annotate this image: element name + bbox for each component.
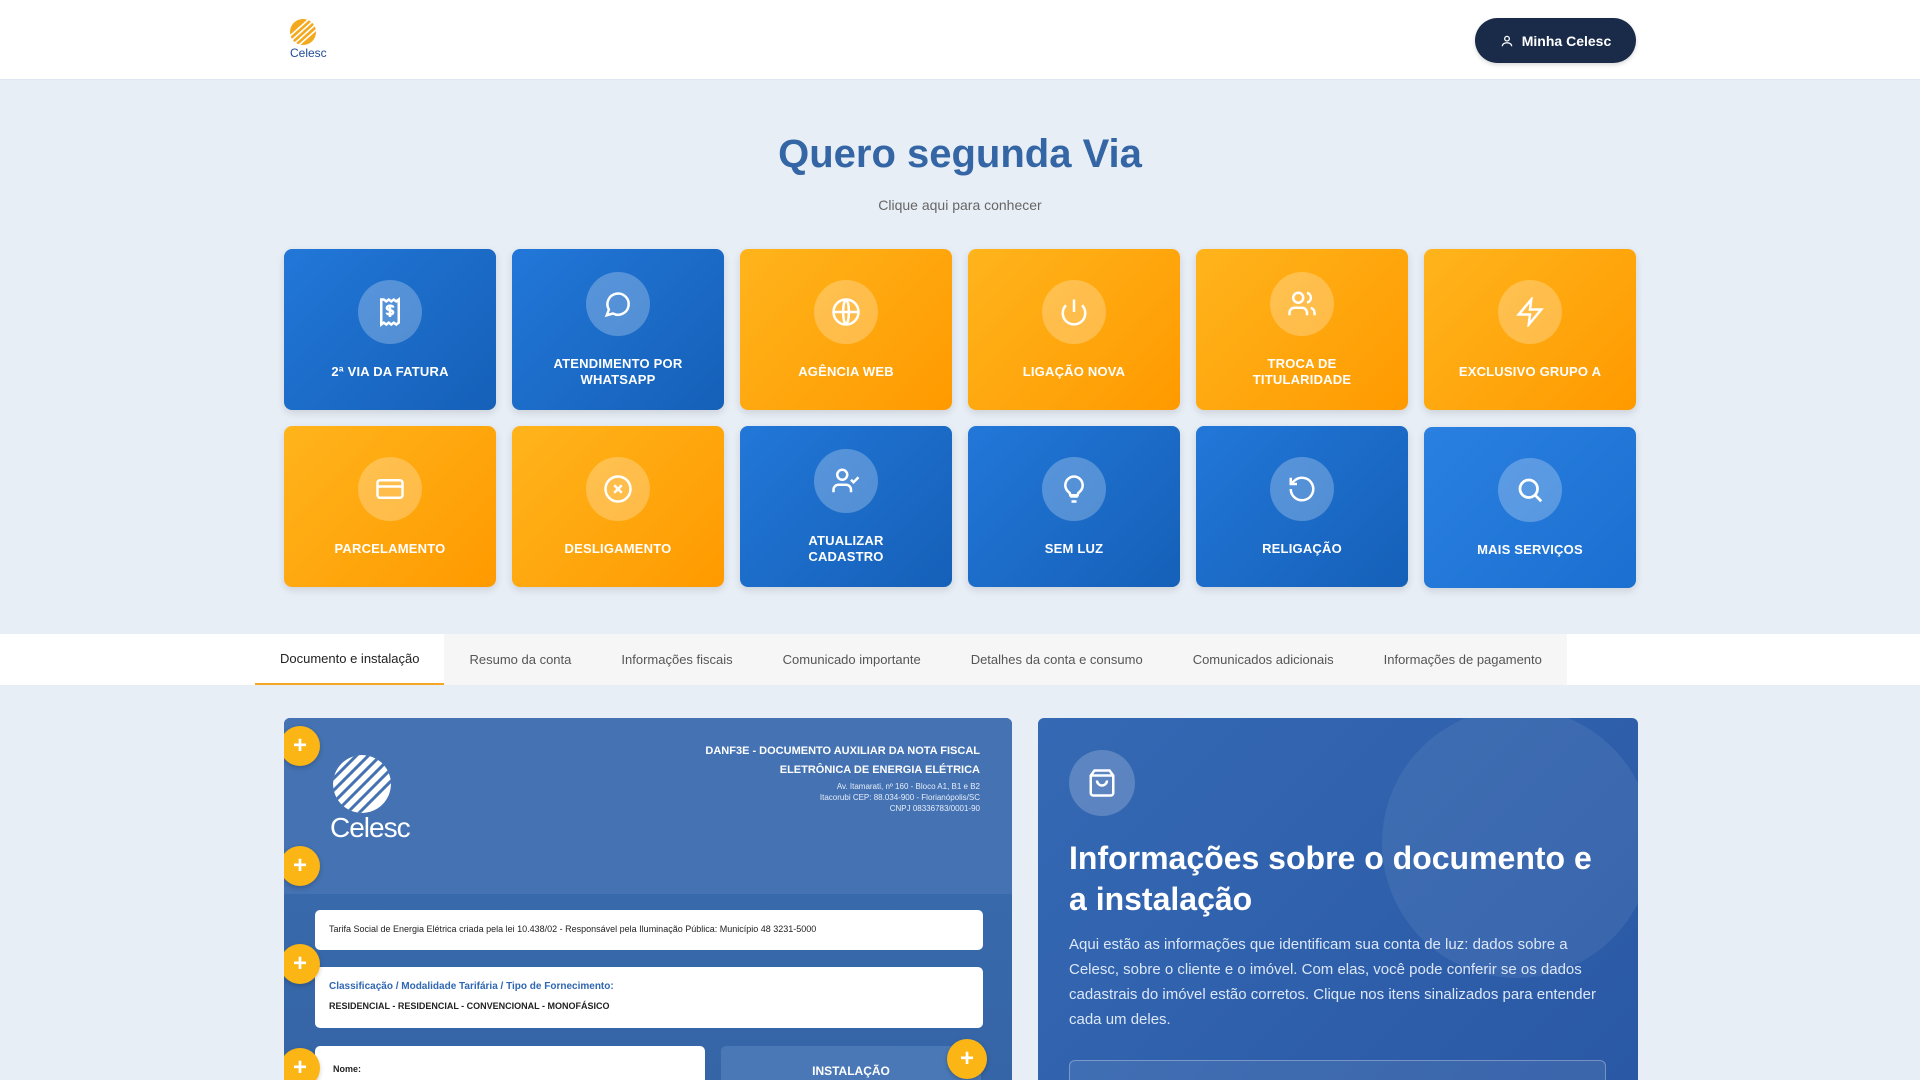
name-card: Nome:: [315, 1046, 705, 1080]
chat-bubble-icon: [586, 271, 650, 336]
logo-text: Celesc: [290, 46, 327, 60]
tile-label: PARCELAMENTO: [334, 540, 446, 556]
classification-value: RESIDENCIAL - RESIDENCIAL - CONVENCIONAL…: [329, 1001, 610, 1011]
tile-label: EXCLUSIVO GRUPO A: [1458, 363, 1602, 379]
lightbulb-icon: [1042, 456, 1106, 521]
credit-card-icon: [358, 456, 422, 521]
address-line: Av. Itamarati, nº 160 - Bloco A1, B1 e B…: [836, 782, 980, 791]
tile-label: DESLIGAMENTO: [564, 540, 672, 556]
tile-label: MAIS SERVIÇOS: [1477, 541, 1583, 557]
circle-x-icon: [586, 456, 650, 521]
celesc-logo[interactable]: Celesc: [286, 18, 332, 64]
tile-label: ATENDIMENTO POR WHATSAPP: [553, 355, 683, 387]
account-button-label: Minha Celesc: [1521, 32, 1612, 49]
minha-celesc-button[interactable]: Minha Celesc: [1475, 18, 1636, 63]
lightning-icon: [1498, 279, 1562, 344]
tab-resumo-conta[interactable]: Resumo da conta: [444, 634, 596, 685]
tile-label: ATUALIZAR CADASTRO: [808, 532, 884, 564]
installation-card: INSTALAÇÃO: [721, 1046, 981, 1080]
classification-label: Classificação / Modalidade Tarifária / T…: [329, 981, 614, 992]
shopping-bag-icon: [1069, 750, 1135, 816]
tile-label: TROCA DE TITULARIDADE: [1252, 355, 1352, 387]
tile-agencia-web[interactable]: AGÊNCIA WEB: [740, 249, 952, 410]
tab-detalhes-conta-consumo[interactable]: Detalhes da conta e consumo: [946, 634, 1168, 685]
user-icon: [1501, 35, 1513, 46]
name-label: Nome:: [333, 1064, 362, 1074]
info-title: Informações sobre o documento e a instal…: [1069, 840, 1592, 917]
celesc-sun-white-icon: [333, 755, 391, 813]
classification-card: Classificação / Modalidade Tarifária / T…: [315, 967, 983, 1028]
cnpj-line: CNPJ 08336783/0001-90: [889, 804, 980, 813]
tile-sem-luz[interactable]: SEM LUZ: [968, 426, 1180, 587]
tile-troca-titularidade[interactable]: TROCA DE TITULARIDADE: [1196, 249, 1408, 410]
invoice-document-preview: Celesc DANF3E - DOCUMENTO AUXILIAR DA NO…: [284, 718, 1012, 1080]
celesc-document-logo: Celesc: [330, 754, 411, 854]
user-check-icon: [814, 448, 878, 513]
tabs: Documento e instalação Resumo da conta I…: [255, 634, 1567, 685]
tab-comunicado-importante[interactable]: Comunicado importante: [758, 634, 946, 685]
tariff-note-card: Tarifa Social de Energia Elétrica criada…: [315, 910, 983, 950]
tab-informacoes-pagamento[interactable]: Informações de pagamento: [1359, 634, 1567, 685]
tile-label: SEM LUZ: [1044, 540, 1104, 556]
address-line: Itacorubi CEP: 88.034-900 - Florianópoli…: [819, 793, 980, 802]
tab-documento-instalacao[interactable]: Documento e instalação: [255, 634, 445, 685]
users-icon: [1270, 271, 1334, 336]
tile-label: AGÊNCIA WEB: [798, 363, 894, 379]
refresh-icon: [1270, 456, 1334, 521]
tile-desligamento[interactable]: DESLIGAMENTO: [512, 426, 724, 587]
document-address: Av. Itamarati, nº 160 - Bloco A1, B1 e B…: [680, 781, 980, 814]
document-logo-text: Celesc: [330, 812, 411, 843]
celesc-sun-icon: [289, 19, 317, 46]
globe-icon: [814, 279, 878, 344]
tile-mais-servicos[interactable]: MAIS SERVIÇOS: [1424, 427, 1636, 588]
tab-informacoes-fiscais[interactable]: Informações fiscais: [596, 634, 757, 685]
tile-ligacao-nova[interactable]: LIGAÇÃO NOVA: [968, 249, 1180, 410]
receipt-dollar-icon: [358, 279, 422, 344]
tile-religacao[interactable]: RELIGAÇÃO: [1196, 426, 1408, 587]
installation-label: INSTALAÇÃO: [812, 1064, 890, 1078]
document-heading: DANF3E - DOCUMENTO AUXILIAR DA NOTA FISC…: [705, 745, 980, 776]
tab-comunicados-adicionais[interactable]: Comunicados adicionais: [1168, 634, 1359, 685]
info-box: [1069, 1060, 1606, 1080]
tile-label: LIGAÇÃO NOVA: [1022, 363, 1126, 379]
tab-bar: Documento e instalação Resumo da conta I…: [0, 634, 1920, 685]
tile-atualizar-cadastro[interactable]: ATUALIZAR CADASTRO: [740, 426, 952, 587]
search-icon: [1498, 457, 1562, 522]
tile-label: RELIGAÇÃO: [1262, 540, 1342, 556]
info-description: Aqui estão as informações que identifica…: [1069, 936, 1596, 1028]
expand-plus-button[interactable]: +: [947, 1039, 987, 1079]
tile-parcelamento[interactable]: PARCELAMENTO: [284, 426, 496, 587]
top-header: Celesc Minha Celesc: [0, 0, 1920, 80]
tile-label: 2ª VIA DA FATURA: [331, 363, 449, 379]
power-icon: [1042, 279, 1106, 344]
page-subtitle[interactable]: Clique aqui para conhecer: [0, 197, 1920, 213]
info-panel: Informações sobre o documento e a instal…: [1038, 718, 1638, 1080]
tile-segunda-via[interactable]: 2ª VIA DA FATURA: [284, 249, 496, 410]
tile-whatsapp[interactable]: ATENDIMENTO POR WHATSAPP: [512, 249, 724, 410]
tile-exclusivo-grupo-a[interactable]: EXCLUSIVO GRUPO A: [1424, 249, 1636, 410]
page-title: Quero segunda Via: [778, 132, 1142, 176]
